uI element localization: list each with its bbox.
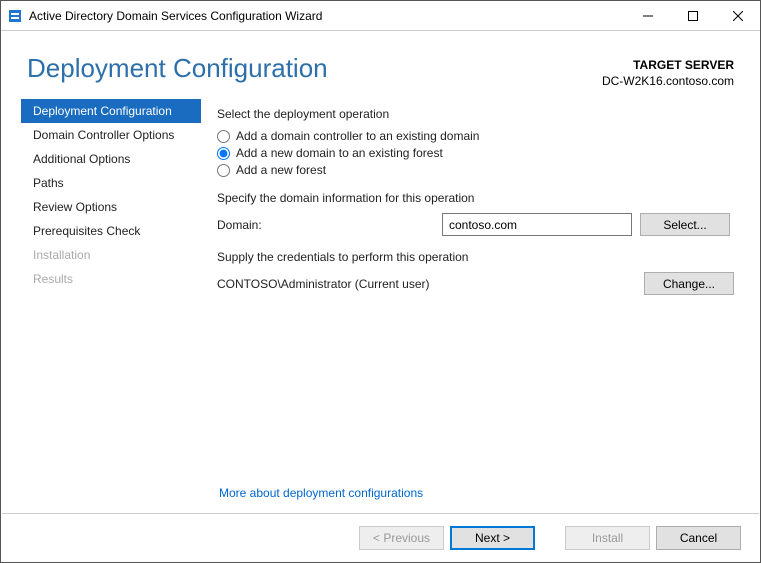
sidebar-item-paths[interactable]: Paths: [21, 171, 201, 195]
radio-label-2: Add a new forest: [236, 163, 326, 177]
previous-button: < Previous: [359, 526, 444, 550]
target-server-label: TARGET SERVER: [602, 57, 734, 73]
minimize-button[interactable]: [625, 1, 670, 30]
radio-label-1: Add a new domain to an existing forest: [236, 146, 443, 160]
radio-input-2[interactable]: [217, 164, 230, 177]
domain-field-label: Domain:: [217, 218, 442, 232]
credentials-text: CONTOSO\Administrator (Current user): [217, 277, 644, 291]
radio-add-dc-existing-domain[interactable]: Add a domain controller to an existing d…: [217, 129, 734, 143]
sidebar-item-deployment-configuration[interactable]: Deployment Configuration: [21, 99, 201, 123]
sidebar-item-review-options[interactable]: Review Options: [21, 195, 201, 219]
select-domain-button[interactable]: Select...: [640, 213, 730, 236]
install-button: Install: [565, 526, 650, 550]
select-operation-label: Select the deployment operation: [217, 107, 734, 121]
sidebar-item-installation: Installation: [21, 243, 201, 267]
domain-input[interactable]: [442, 213, 632, 236]
sidebar-item-domain-controller-options[interactable]: Domain Controller Options: [21, 123, 201, 147]
radio-add-new-forest[interactable]: Add a new forest: [217, 163, 734, 177]
sidebar-item-results: Results: [21, 267, 201, 291]
radio-input-0[interactable]: [217, 130, 230, 143]
specify-domain-label: Specify the domain information for this …: [217, 191, 734, 205]
app-icon: [7, 8, 23, 24]
page-title: Deployment Configuration: [27, 53, 602, 84]
wizard-sidebar: Deployment Configuration Domain Controll…: [21, 99, 201, 309]
maximize-button[interactable]: [670, 1, 715, 30]
radio-add-domain-existing-forest[interactable]: Add a new domain to an existing forest: [217, 146, 734, 160]
target-server-block: TARGET SERVER DC-W2K16.contoso.com: [602, 53, 734, 89]
sidebar-item-prerequisites-check[interactable]: Prerequisites Check: [21, 219, 201, 243]
sidebar-item-additional-options[interactable]: Additional Options: [21, 147, 201, 171]
target-server-value: DC-W2K16.contoso.com: [602, 73, 734, 89]
content-pane: Select the deployment operation Add a do…: [201, 99, 750, 309]
radio-input-1[interactable]: [217, 147, 230, 160]
next-button[interactable]: Next >: [450, 526, 535, 550]
titlebar: Active Directory Domain Services Configu…: [1, 1, 760, 31]
wizard-footer: < Previous Next > Install Cancel: [2, 513, 759, 561]
window-title: Active Directory Domain Services Configu…: [29, 9, 625, 23]
change-credentials-button[interactable]: Change...: [644, 272, 734, 295]
radio-label-0: Add a domain controller to an existing d…: [236, 129, 479, 143]
more-about-link[interactable]: More about deployment configurations: [219, 486, 423, 500]
page-header: Deployment Configuration TARGET SERVER D…: [1, 31, 760, 99]
close-button[interactable]: [715, 1, 760, 30]
supply-credentials-label: Supply the credentials to perform this o…: [217, 250, 734, 264]
cancel-button[interactable]: Cancel: [656, 526, 741, 550]
